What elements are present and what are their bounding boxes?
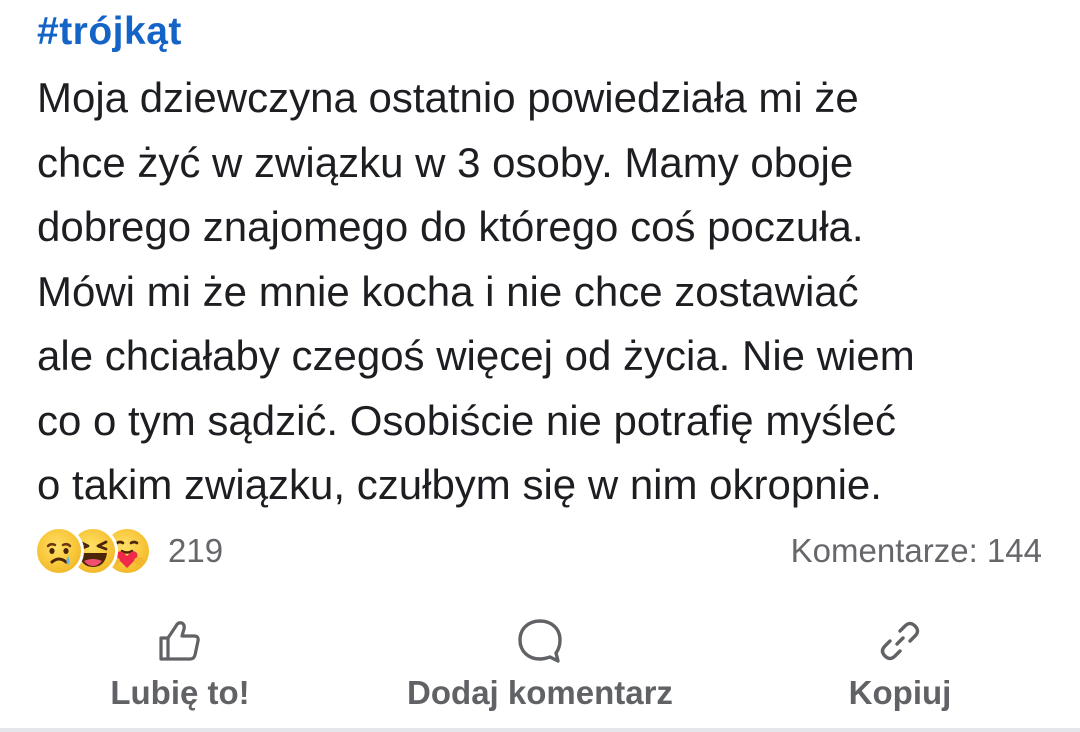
- divider: [0, 728, 1080, 732]
- post-card: #trójkąt Moja dziewczyna ostatnio powied…: [0, 0, 1080, 732]
- reactions-summary[interactable]: 219: [34, 525, 223, 577]
- speech-bubble-icon: [518, 619, 562, 663]
- hashtag-link[interactable]: #trójkąt: [37, 10, 182, 54]
- sad-emoji-icon: [34, 526, 84, 576]
- like-button-label: Lubię to!: [110, 674, 250, 711]
- add-comment-button[interactable]: Dodaj komentarz: [370, 610, 710, 726]
- add-comment-label: Dodaj komentarz: [407, 674, 673, 711]
- post-stats-row: 219 Komentarze: 144: [0, 518, 1080, 584]
- link-icon: [880, 621, 920, 661]
- post-actions-bar: Lubię to! Dodaj komentarz Kopiuj: [0, 610, 1080, 726]
- reaction-count: 219: [168, 532, 224, 569]
- copy-label: Kopiuj: [848, 674, 952, 711]
- comments-count-link[interactable]: Komentarze: 144: [791, 532, 1042, 570]
- copy-link-button[interactable]: Kopiuj: [800, 610, 1000, 726]
- like-button[interactable]: Lubię to!: [80, 610, 280, 726]
- post-body-text: Moja dziewczyna ostatnio powiedziała mi …: [37, 74, 915, 508]
- thumbs-up-icon: [159, 621, 200, 661]
